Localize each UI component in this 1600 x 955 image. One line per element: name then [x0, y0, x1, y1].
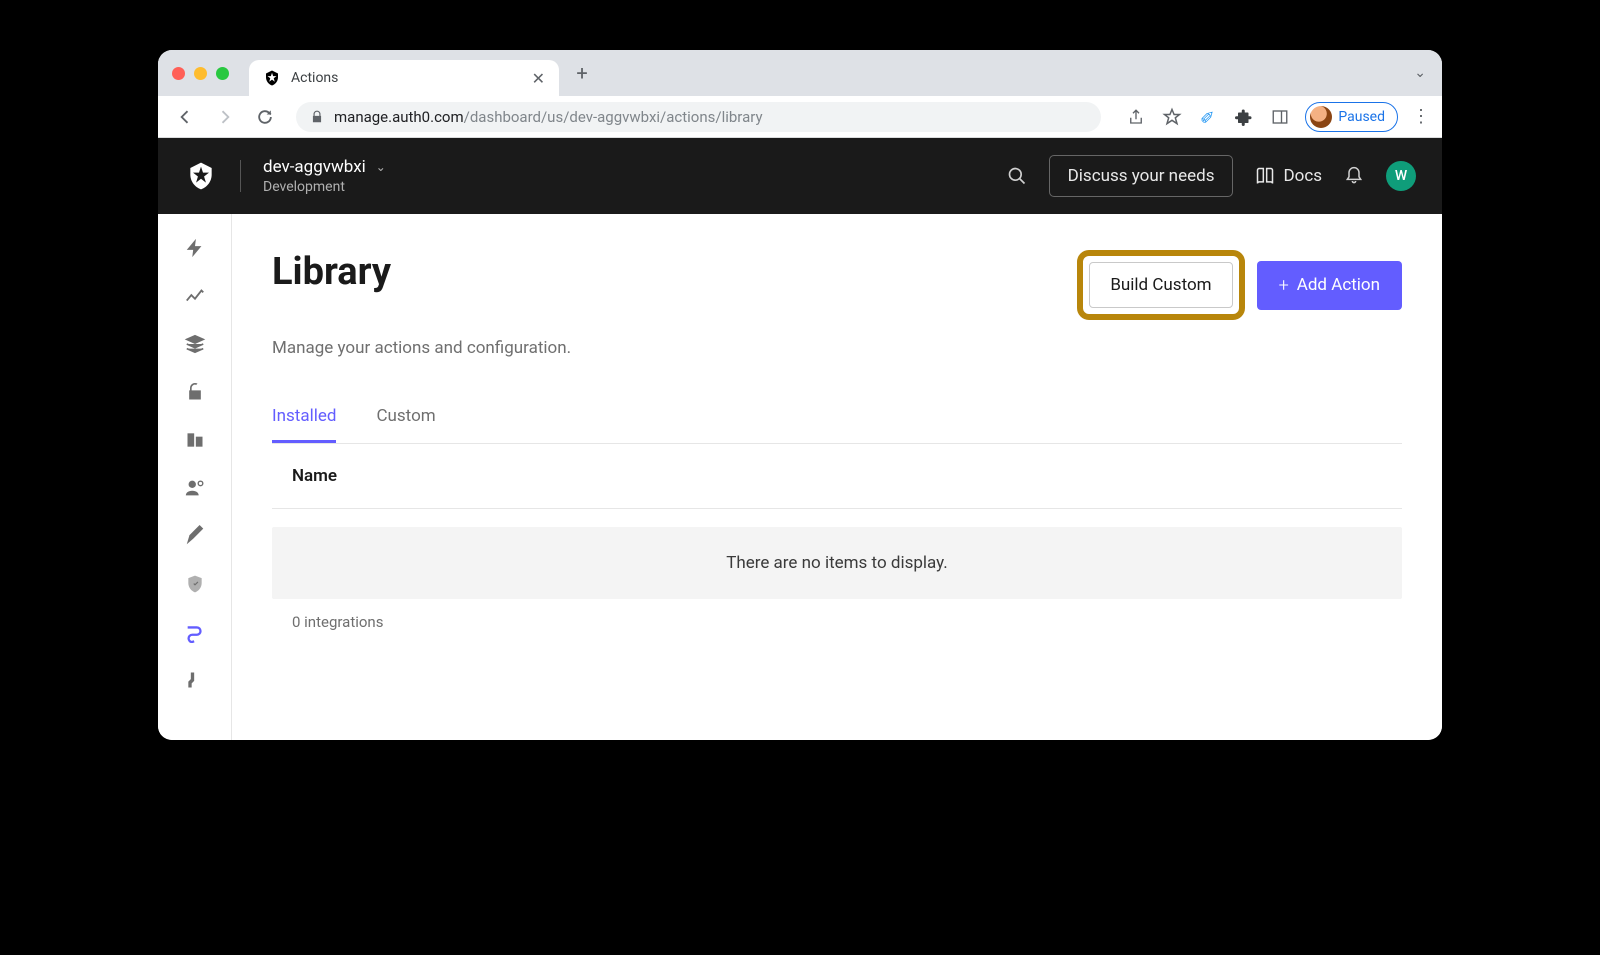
page-title: Library [272, 250, 391, 294]
sidebar [158, 214, 232, 740]
page-subtitle: Manage your actions and configuration. [272, 338, 1402, 358]
page-header: Library Build Custom + Add Action [272, 250, 1402, 320]
build-custom-highlight: Build Custom [1077, 250, 1244, 320]
reload-button[interactable] [250, 102, 280, 132]
sidebar-user-management-icon[interactable] [183, 476, 207, 500]
browser-window: Actions ✕ + ⌄ manage.auth0.com/dashboard… [158, 50, 1442, 740]
sidebar-auth-pipeline-icon[interactable] [183, 668, 207, 692]
sidebar-organizations-icon[interactable] [183, 428, 207, 452]
plus-icon: + [1279, 275, 1289, 296]
book-icon [1255, 166, 1275, 186]
maximize-window-button[interactable] [216, 67, 229, 80]
divider [240, 160, 241, 192]
build-custom-button[interactable]: Build Custom [1089, 262, 1232, 308]
sidebar-authentication-icon[interactable] [183, 380, 207, 404]
tenant-selector[interactable]: dev-aggvwbxi ⌄ Development [263, 157, 386, 195]
bookmark-star-icon[interactable] [1161, 106, 1183, 128]
sidebar-activity-icon[interactable] [183, 284, 207, 308]
auth0-favicon-icon [263, 69, 281, 87]
tab-custom[interactable]: Custom [376, 406, 435, 443]
browser-menu-icon[interactable]: ⋮ [1412, 106, 1430, 127]
app-content: Library Build Custom + Add Action Manage… [158, 214, 1442, 740]
new-tab-button[interactable]: + [567, 58, 597, 88]
main-content: Library Build Custom + Add Action Manage… [232, 214, 1442, 740]
search-icon[interactable] [1007, 166, 1027, 186]
docs-link[interactable]: Docs [1255, 166, 1322, 186]
toolbar-actions: ✏ Paused ⋮ [1125, 102, 1430, 132]
auth0-logo-icon[interactable] [184, 159, 218, 193]
url-path: /dashboard/us/dev-aggvwbxi/actions/libra… [464, 108, 763, 126]
tab-title: Actions [291, 70, 522, 86]
discuss-needs-button[interactable]: Discuss your needs [1049, 155, 1234, 197]
browser-tab-strip: Actions ✕ + ⌄ [158, 50, 1442, 96]
paused-label: Paused [1338, 109, 1385, 125]
highlighter-icon[interactable]: ✏ [1193, 101, 1224, 132]
window-controls [172, 67, 229, 80]
sidebar-applications-icon[interactable] [183, 332, 207, 356]
add-action-button[interactable]: + Add Action [1257, 261, 1402, 310]
panel-icon[interactable] [1269, 106, 1291, 128]
profile-paused-pill[interactable]: Paused [1305, 102, 1398, 132]
add-action-label: Add Action [1297, 275, 1380, 295]
lock-icon [310, 110, 324, 124]
page-actions: Build Custom + Add Action [1077, 250, 1402, 320]
empty-state-message: There are no items to display. [272, 527, 1402, 599]
notifications-bell-icon[interactable] [1344, 166, 1364, 186]
address-bar[interactable]: manage.auth0.com/dashboard/us/dev-aggvwb… [296, 102, 1101, 132]
tab-installed[interactable]: Installed [272, 406, 336, 443]
sidebar-actions-icon[interactable] [183, 620, 207, 644]
sidebar-branding-icon[interactable] [183, 524, 207, 548]
browser-tab[interactable]: Actions ✕ [249, 60, 559, 96]
app-header: dev-aggvwbxi ⌄ Development Discuss your … [158, 138, 1442, 214]
table-header-name: Name [272, 444, 1402, 509]
library-tabs: Installed Custom [272, 406, 1402, 444]
share-icon[interactable] [1125, 106, 1147, 128]
url-text: manage.auth0.com/dashboard/us/dev-aggvwb… [334, 108, 763, 126]
forward-button[interactable] [210, 102, 240, 132]
sidebar-getting-started-icon[interactable] [183, 236, 207, 260]
tab-list-chevron-icon[interactable]: ⌄ [1414, 65, 1426, 81]
close-window-button[interactable] [172, 67, 185, 80]
close-tab-icon[interactable]: ✕ [532, 69, 545, 88]
sidebar-security-icon[interactable] [183, 572, 207, 596]
user-avatar[interactable]: W [1386, 161, 1416, 191]
profile-avatar-icon [1310, 106, 1332, 128]
extensions-puzzle-icon[interactable] [1233, 106, 1255, 128]
tenant-name: dev-aggvwbxi [263, 157, 366, 177]
tenant-environment: Development [263, 179, 386, 195]
back-button[interactable] [170, 102, 200, 132]
browser-toolbar: manage.auth0.com/dashboard/us/dev-aggvwb… [158, 96, 1442, 138]
docs-label: Docs [1283, 166, 1322, 186]
chevron-down-icon: ⌄ [376, 160, 386, 174]
integration-count: 0 integrations [272, 599, 1402, 645]
url-host: manage.auth0.com [334, 108, 464, 126]
minimize-window-button[interactable] [194, 67, 207, 80]
